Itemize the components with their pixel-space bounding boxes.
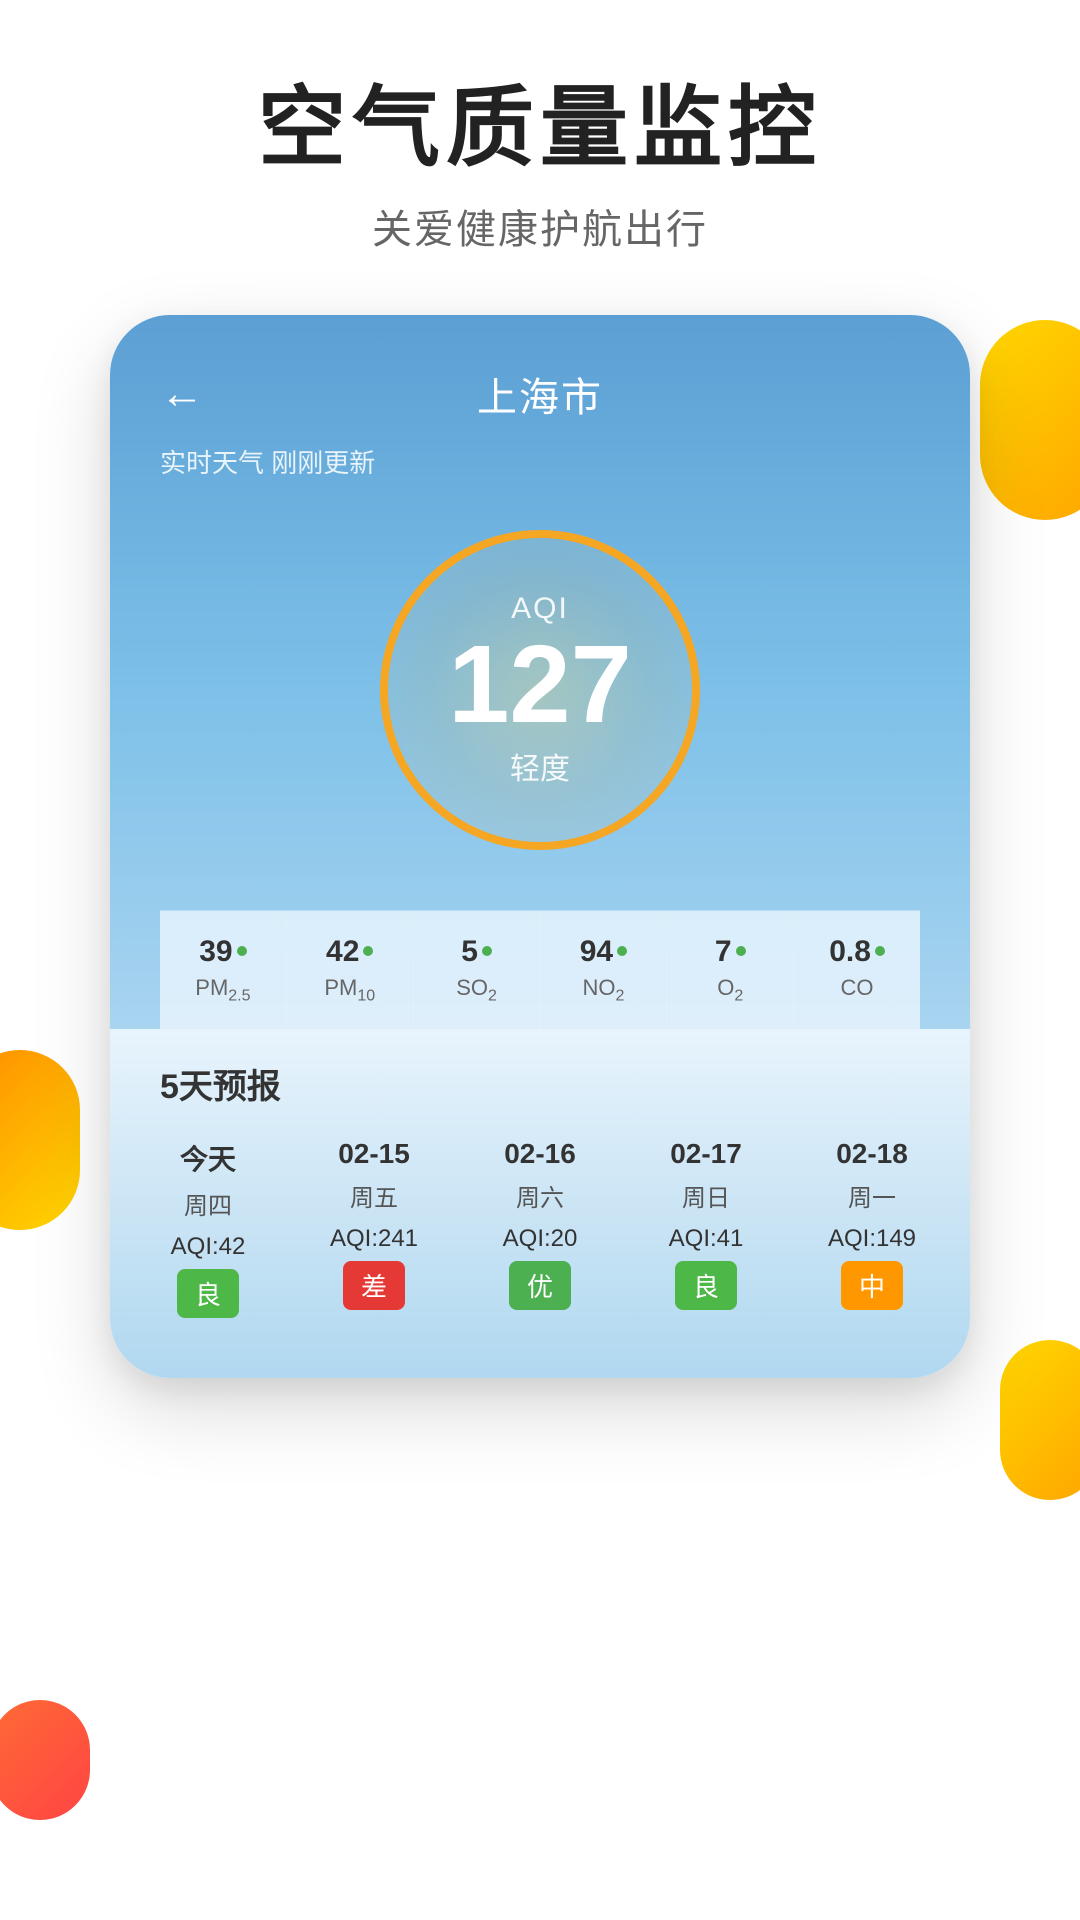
forecast-day-main-1: 02-15 <box>338 1138 410 1170</box>
metric-o2-value: 7 <box>715 935 732 969</box>
forecast-item-3: 02-17 周日 AQI:41 良 <box>628 1138 784 1318</box>
phone-mockup: ← 上海市 实时天气 刚刚更新 AQI 127 轻度 39 <box>110 315 970 1378</box>
forecast-day-sub-3: 周日 <box>682 1178 730 1213</box>
metric-pm10-dot <box>363 946 373 956</box>
aqi-circle-container: AQI 127 轻度 <box>160 530 920 850</box>
metrics-row: 39 PM2.5 42 PM10 5 <box>160 910 920 1029</box>
forecast-header: 5天预报 <box>110 1029 970 1128</box>
metric-so2-name: SO2 <box>456 975 497 1005</box>
forecast-badge-1: 差 <box>343 1261 405 1310</box>
metric-pm10-name: PM10 <box>324 975 375 1005</box>
forecast-badge-4: 中 <box>841 1261 903 1310</box>
forecast-aqi-0: AQI:42 <box>171 1233 246 1261</box>
forecast-aqi-1: AQI:241 <box>330 1225 418 1253</box>
forecast-day-sub-4: 周一 <box>848 1178 896 1213</box>
metric-o2: 7 O2 <box>667 911 794 1029</box>
aqi-label: AQI <box>511 592 569 626</box>
forecast-day-sub-2: 周六 <box>516 1178 564 1213</box>
metric-no2-name: NO2 <box>582 975 624 1005</box>
metric-pm25-name: PM2.5 <box>195 975 250 1005</box>
metric-no2-dot <box>617 946 627 956</box>
metric-pm10-value: 42 <box>326 935 359 969</box>
forecast-item-2: 02-16 周六 AQI:20 优 <box>462 1138 618 1318</box>
metric-pm25: 39 PM2.5 <box>160 911 287 1029</box>
forecast-item-0: 今天 周四 AQI:42 良 <box>130 1138 286 1318</box>
metric-no2-value: 94 <box>580 935 613 969</box>
deco-red-bottom-left <box>0 1700 90 1820</box>
forecast-aqi-2: AQI:20 <box>503 1225 578 1253</box>
forecast-grid: 今天 周四 AQI:42 良 02-15 周五 AQI:241 差 02-16 … <box>110 1128 970 1378</box>
aqi-circle: AQI 127 轻度 <box>380 530 700 850</box>
metric-pm10: 42 PM10 <box>287 911 414 1029</box>
forecast-section: 5天预报 今天 周四 AQI:42 良 02-15 周五 AQI:241 差 <box>110 1029 970 1378</box>
forecast-badge-0: 良 <box>177 1269 239 1318</box>
forecast-day-sub-1: 周五 <box>350 1178 398 1213</box>
main-title: 空气质量监控 <box>0 80 1080 177</box>
metric-no2: 94 NO2 <box>540 911 667 1029</box>
forecast-day-main-3: 02-17 <box>670 1138 742 1170</box>
aqi-value: 127 <box>448 630 632 740</box>
app-screen: ← 上海市 实时天气 刚刚更新 AQI 127 轻度 39 <box>110 315 970 1378</box>
metric-so2-dot <box>482 946 492 956</box>
metric-co-dot <box>875 946 885 956</box>
city-title: 上海市 <box>477 365 603 423</box>
forecast-aqi-4: AQI:149 <box>828 1225 916 1253</box>
forecast-day-main-4: 02-18 <box>836 1138 908 1170</box>
metric-pm25-value: 39 <box>199 935 232 969</box>
metric-o2-name: O2 <box>717 975 743 1005</box>
forecast-badge-2: 优 <box>509 1261 571 1310</box>
forecast-item-1: 02-15 周五 AQI:241 差 <box>296 1138 452 1318</box>
weather-subtitle: 实时天气 刚刚更新 <box>160 443 920 480</box>
sub-title: 关爱健康护航出行 <box>0 197 1080 255</box>
forecast-day-main-0: 今天 <box>180 1138 236 1178</box>
metric-pm25-dot <box>237 946 247 956</box>
sky-header: ← 上海市 实时天气 刚刚更新 AQI 127 轻度 39 <box>110 315 970 1029</box>
metric-co-name: CO <box>841 975 874 1001</box>
forecast-badge-3: 良 <box>675 1261 737 1310</box>
metric-co: 0.8 CO <box>794 911 920 1029</box>
metric-so2-value: 5 <box>461 935 478 969</box>
header-section: 空气质量监控 关爱健康护航出行 <box>0 0 1080 315</box>
phone-mockup-wrapper: ← 上海市 实时天气 刚刚更新 AQI 127 轻度 39 <box>0 315 1080 1378</box>
aqi-level: 轻度 <box>510 744 570 788</box>
forecast-day-main-2: 02-16 <box>504 1138 576 1170</box>
metric-so2: 5 SO2 <box>414 911 541 1029</box>
back-button[interactable]: ← <box>160 369 204 419</box>
forecast-aqi-3: AQI:41 <box>669 1225 744 1253</box>
metric-co-value: 0.8 <box>829 935 871 969</box>
nav-bar: ← 上海市 <box>160 365 920 423</box>
forecast-day-sub-0: 周四 <box>184 1186 232 1221</box>
metric-o2-dot <box>736 946 746 956</box>
forecast-item-4: 02-18 周一 AQI:149 中 <box>794 1138 950 1318</box>
